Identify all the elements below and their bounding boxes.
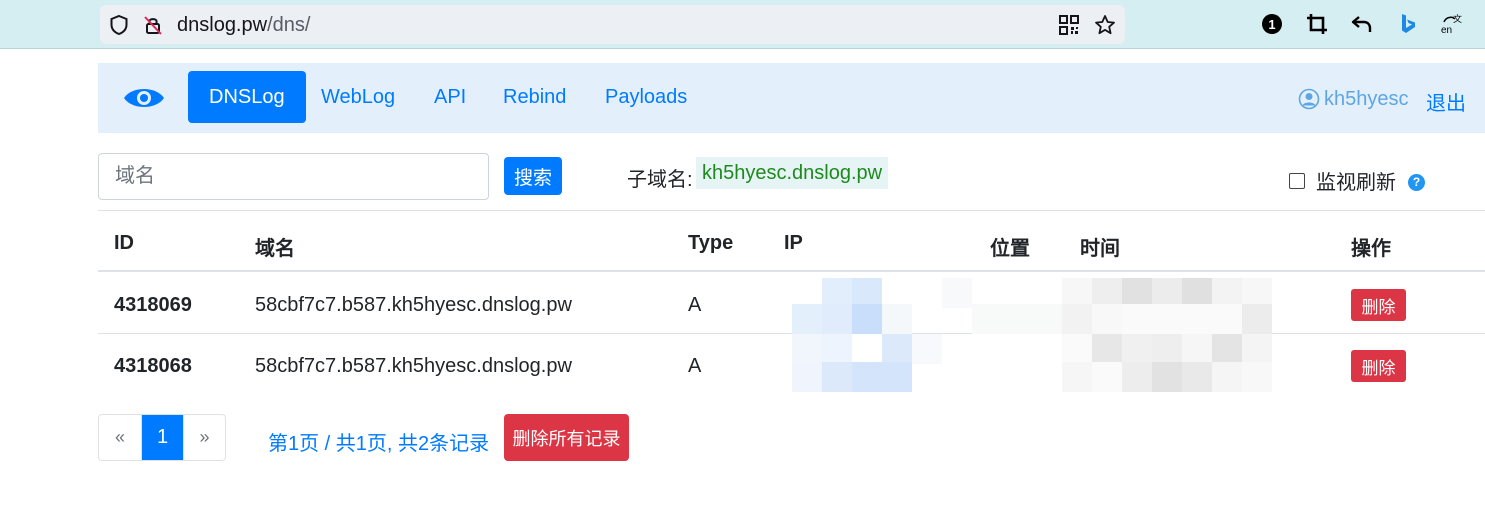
nav-weblog[interactable]: WebLog	[300, 71, 416, 123]
pagination-next[interactable]: »	[183, 415, 225, 460]
shield-icon[interactable]	[108, 14, 130, 36]
header-type: Type	[688, 232, 734, 254]
header-id: ID	[114, 232, 134, 254]
bookmark-star-icon[interactable]	[1094, 14, 1116, 36]
monitor-label: 监视刷新	[1316, 172, 1396, 194]
insecure-lock-icon[interactable]	[142, 14, 164, 36]
address-bar[interactable]: dnslog.pw/dns/	[100, 5, 1125, 44]
undo-arrow-icon[interactable]	[1350, 12, 1374, 36]
row1-delete-button[interactable]: 删除	[1351, 289, 1406, 321]
header-ip: IP	[784, 232, 803, 254]
row2-delete-button[interactable]: 删除	[1351, 350, 1406, 382]
monitor-checkbox[interactable]	[1289, 172, 1305, 189]
redacted-time-mosaic	[1062, 278, 1277, 392]
qr-code-icon[interactable]	[1058, 14, 1080, 36]
nav-api[interactable]: API	[413, 71, 487, 123]
row2-domain: 58cbf7c7.b587.kh5hyesc.dnslog.pw	[255, 355, 572, 377]
password-manager-icon[interactable]: 1	[1260, 12, 1284, 36]
username: kh5hyesc	[1324, 87, 1409, 110]
translate-icon[interactable]: en 文	[1440, 12, 1464, 36]
table-header-border	[98, 270, 1485, 272]
pagination-prev[interactable]: «	[99, 415, 141, 460]
user-circle-icon	[1298, 88, 1320, 110]
header-location: 位置	[990, 238, 1030, 260]
main-navbar: DNSLog WebLog API Rebind Payloads kh5hye…	[98, 63, 1485, 133]
header-time: 时间	[1080, 238, 1120, 260]
row2-type: A	[688, 355, 702, 377]
domain-search-input[interactable]	[98, 153, 489, 200]
table-top-border	[98, 210, 1485, 211]
eye-logo-icon[interactable]	[122, 83, 166, 113]
svg-text:en: en	[1441, 25, 1452, 36]
search-button[interactable]: 搜索	[504, 157, 562, 195]
delete-all-records-button[interactable]: 删除所有记录	[504, 414, 629, 461]
header-action: 操作	[1351, 238, 1391, 260]
user-menu[interactable]: kh5hyesc	[1298, 87, 1409, 111]
row1-type: A	[688, 294, 702, 316]
subdomain-value: kh5hyesc.dnslog.pw	[696, 157, 889, 189]
nav-rebind[interactable]: Rebind	[482, 71, 587, 123]
browser-toolbar: dnslog.pw/dns/ 1 en 文	[0, 0, 1485, 49]
crop-icon[interactable]	[1305, 12, 1329, 36]
subdomain-label: 子域名:	[627, 169, 693, 191]
bing-icon[interactable]	[1395, 12, 1419, 36]
header-domain: 域名	[255, 238, 295, 260]
help-icon[interactable]: ?	[1408, 174, 1425, 191]
row1-domain: 58cbf7c7.b587.kh5hyesc.dnslog.pw	[255, 294, 572, 316]
svg-text:1: 1	[1268, 17, 1275, 32]
monitor-refresh-toggle[interactable]: 监视刷新 ?	[1289, 166, 1425, 195]
nav-dnslog[interactable]: DNSLog	[188, 71, 306, 123]
row2-id: 4318068	[114, 355, 192, 377]
nav-payloads[interactable]: Payloads	[584, 71, 708, 123]
logout-link[interactable]: 退出	[1426, 87, 1466, 116]
row1-id: 4318069	[114, 294, 192, 316]
redacted-ip-location-mosaic	[776, 278, 1076, 392]
pagination-page-1[interactable]: 1	[141, 415, 183, 460]
page-info-text: 第1页 / 共1页, 共2条记录	[268, 433, 490, 455]
pagination: « 1 »	[98, 414, 226, 461]
url-text[interactable]: dnslog.pw/dns/	[177, 14, 310, 36]
